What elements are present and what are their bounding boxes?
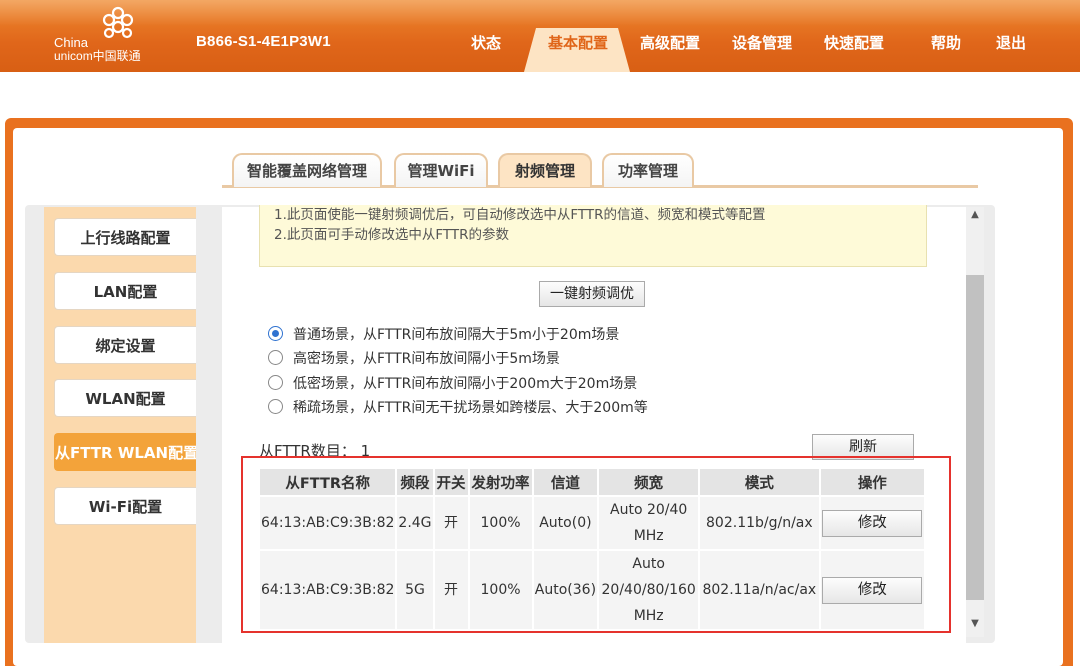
scenario-label: 稀疏场景，从FTTR间无干扰场景如跨楼层、大于200m等 xyxy=(293,400,648,416)
cell-name: 64:13:AB:C9:3B:82 xyxy=(260,551,396,629)
sidebar-item-lan[interactable]: LAN配置 xyxy=(54,272,196,310)
table-row: 64:13:AB:C9:3B:82 2.4G 开 100% Auto(0) Au… xyxy=(260,497,924,549)
cell-channel: Auto(36) xyxy=(533,551,598,629)
sidebar-item-binding[interactable]: 绑定设置 xyxy=(54,326,196,364)
bandwidth-line: Auto 20/40 xyxy=(610,502,688,518)
cell-bandwidth: Auto 20/40/80/160 MHz xyxy=(599,551,699,629)
modify-button[interactable]: 修改 xyxy=(822,576,923,604)
cell-band: 5G xyxy=(397,551,433,629)
cell-action: 修改 xyxy=(820,551,924,629)
cell-action: 修改 xyxy=(820,497,924,549)
refresh-button[interactable]: 刷新 xyxy=(812,434,914,460)
brand-name-full: unicom中国联通 xyxy=(54,49,141,63)
nav-basic-config[interactable]: 基本配置 xyxy=(548,32,608,53)
tab-rf-management[interactable]: 射频管理 xyxy=(498,153,592,187)
col-header-power: 发射功率 xyxy=(469,469,532,495)
bandwidth-line: 20/40/80/160 xyxy=(601,582,696,598)
nav-status[interactable]: 状态 xyxy=(471,32,501,53)
sidebar-item-wlan[interactable]: WLAN配置 xyxy=(54,379,196,417)
bandwidth-line: MHz xyxy=(633,528,664,544)
fttr-count: 从FTTR数目： 1 xyxy=(259,440,370,461)
cell-band: 2.4G xyxy=(397,497,433,549)
scenario-label: 普通场景，从FTTR间布放间隔大于5m小于20m场景 xyxy=(293,327,620,343)
nav-logout[interactable]: 退出 xyxy=(996,32,1026,53)
nav-advanced-config[interactable]: 高级配置 xyxy=(640,32,700,53)
col-header-bandwidth: 频宽 xyxy=(599,469,699,495)
one-click-rf-tuning-button[interactable]: 一键射频调优 xyxy=(539,281,645,307)
radio-button[interactable] xyxy=(268,375,283,390)
top-header: China unicom中国联通 B866-S1-4E1P3W1 状态 基本配置… xyxy=(0,0,1080,72)
bandwidth-line: MHz xyxy=(633,608,664,624)
radio-button[interactable] xyxy=(268,399,283,414)
modify-button[interactable]: 修改 xyxy=(822,509,923,537)
radio-button[interactable] xyxy=(268,350,283,365)
cell-bandwidth: Auto 20/40 MHz xyxy=(599,497,699,549)
sidebar-item-uplink[interactable]: 上行线路配置 xyxy=(54,218,196,256)
cell-switch: 开 xyxy=(434,551,468,629)
cell-channel: Auto(0) xyxy=(533,497,598,549)
cell-mode: 802.11b/g/n/ax xyxy=(700,497,819,549)
header-gloss xyxy=(0,0,1080,26)
nav-device-management[interactable]: 设备管理 xyxy=(732,32,792,53)
fttr-count-value: 1 xyxy=(360,442,371,460)
info-note: 1.此页面使能一键射频调优后，可自动修改选中从FTTR的信道、频宽和模式等配置 … xyxy=(259,205,927,267)
unicom-knot-icon xyxy=(102,6,134,39)
table-row: 64:13:AB:C9:3B:82 5G 开 100% Auto(36) Aut… xyxy=(260,551,924,629)
cell-switch: 开 xyxy=(434,497,468,549)
table-header-row: 从FTTR名称 频段 开关 发射功率 信道 频宽 模式 操作 xyxy=(260,469,924,495)
device-model: B866-S1-4E1P3W1 xyxy=(196,33,331,50)
brand-name-en: China xyxy=(54,35,88,50)
tab-manage-wifi[interactable]: 管理WiFi xyxy=(394,153,488,187)
cell-mode: 802.11a/n/ac/ax xyxy=(700,551,819,629)
col-header-action: 操作 xyxy=(820,469,924,495)
nav-quick-config[interactable]: 快速配置 xyxy=(824,32,884,53)
col-header-name: 从FTTR名称 xyxy=(260,469,396,495)
cell-name: 64:13:AB:C9:3B:82 xyxy=(260,497,396,549)
col-header-band: 频段 xyxy=(397,469,433,495)
col-header-channel: 信道 xyxy=(533,469,598,495)
note-line-1: 1.此页面使能一键射频调优后，可自动修改选中从FTTR的信道、频宽和模式等配置 xyxy=(274,207,766,223)
sidebar-item-wifi[interactable]: Wi-Fi配置 xyxy=(54,487,196,525)
sidebar-item-fttr-wlan[interactable]: 从FTTR WLAN配置 xyxy=(54,433,196,471)
scrollbar-thumb[interactable] xyxy=(966,275,984,600)
tab-power-management[interactable]: 功率管理 xyxy=(602,153,694,187)
cell-power: 100% xyxy=(469,497,532,549)
note-line-2: 2.此页面可手动修改选中从FTTR的参数 xyxy=(274,227,510,243)
col-header-mode: 模式 xyxy=(700,469,819,495)
china-unicom-logo: China unicom中国联通 xyxy=(52,6,162,64)
cell-power: 100% xyxy=(469,551,532,629)
scenario-label: 低密场景，从FTTR间布放间隔小于200m大于20m场景 xyxy=(293,376,638,392)
fttr-count-label: 从FTTR数目： xyxy=(259,442,356,460)
tab-smart-coverage[interactable]: 智能覆盖网络管理 xyxy=(232,153,382,187)
radio-button-checked[interactable] xyxy=(268,326,283,341)
bandwidth-line: Auto xyxy=(632,556,665,572)
nav-help[interactable]: 帮助 xyxy=(931,32,961,53)
fttr-table: 从FTTR名称 频段 开关 发射功率 信道 频宽 模式 操作 64:13:AB:… xyxy=(258,467,926,631)
triangle-down-icon[interactable]: ▼ xyxy=(966,616,984,632)
col-header-switch: 开关 xyxy=(434,469,468,495)
triangle-up-icon[interactable]: ▲ xyxy=(966,207,984,223)
scenario-label: 高密场景，从FTTR间布放间隔小于5m场景 xyxy=(293,351,560,367)
